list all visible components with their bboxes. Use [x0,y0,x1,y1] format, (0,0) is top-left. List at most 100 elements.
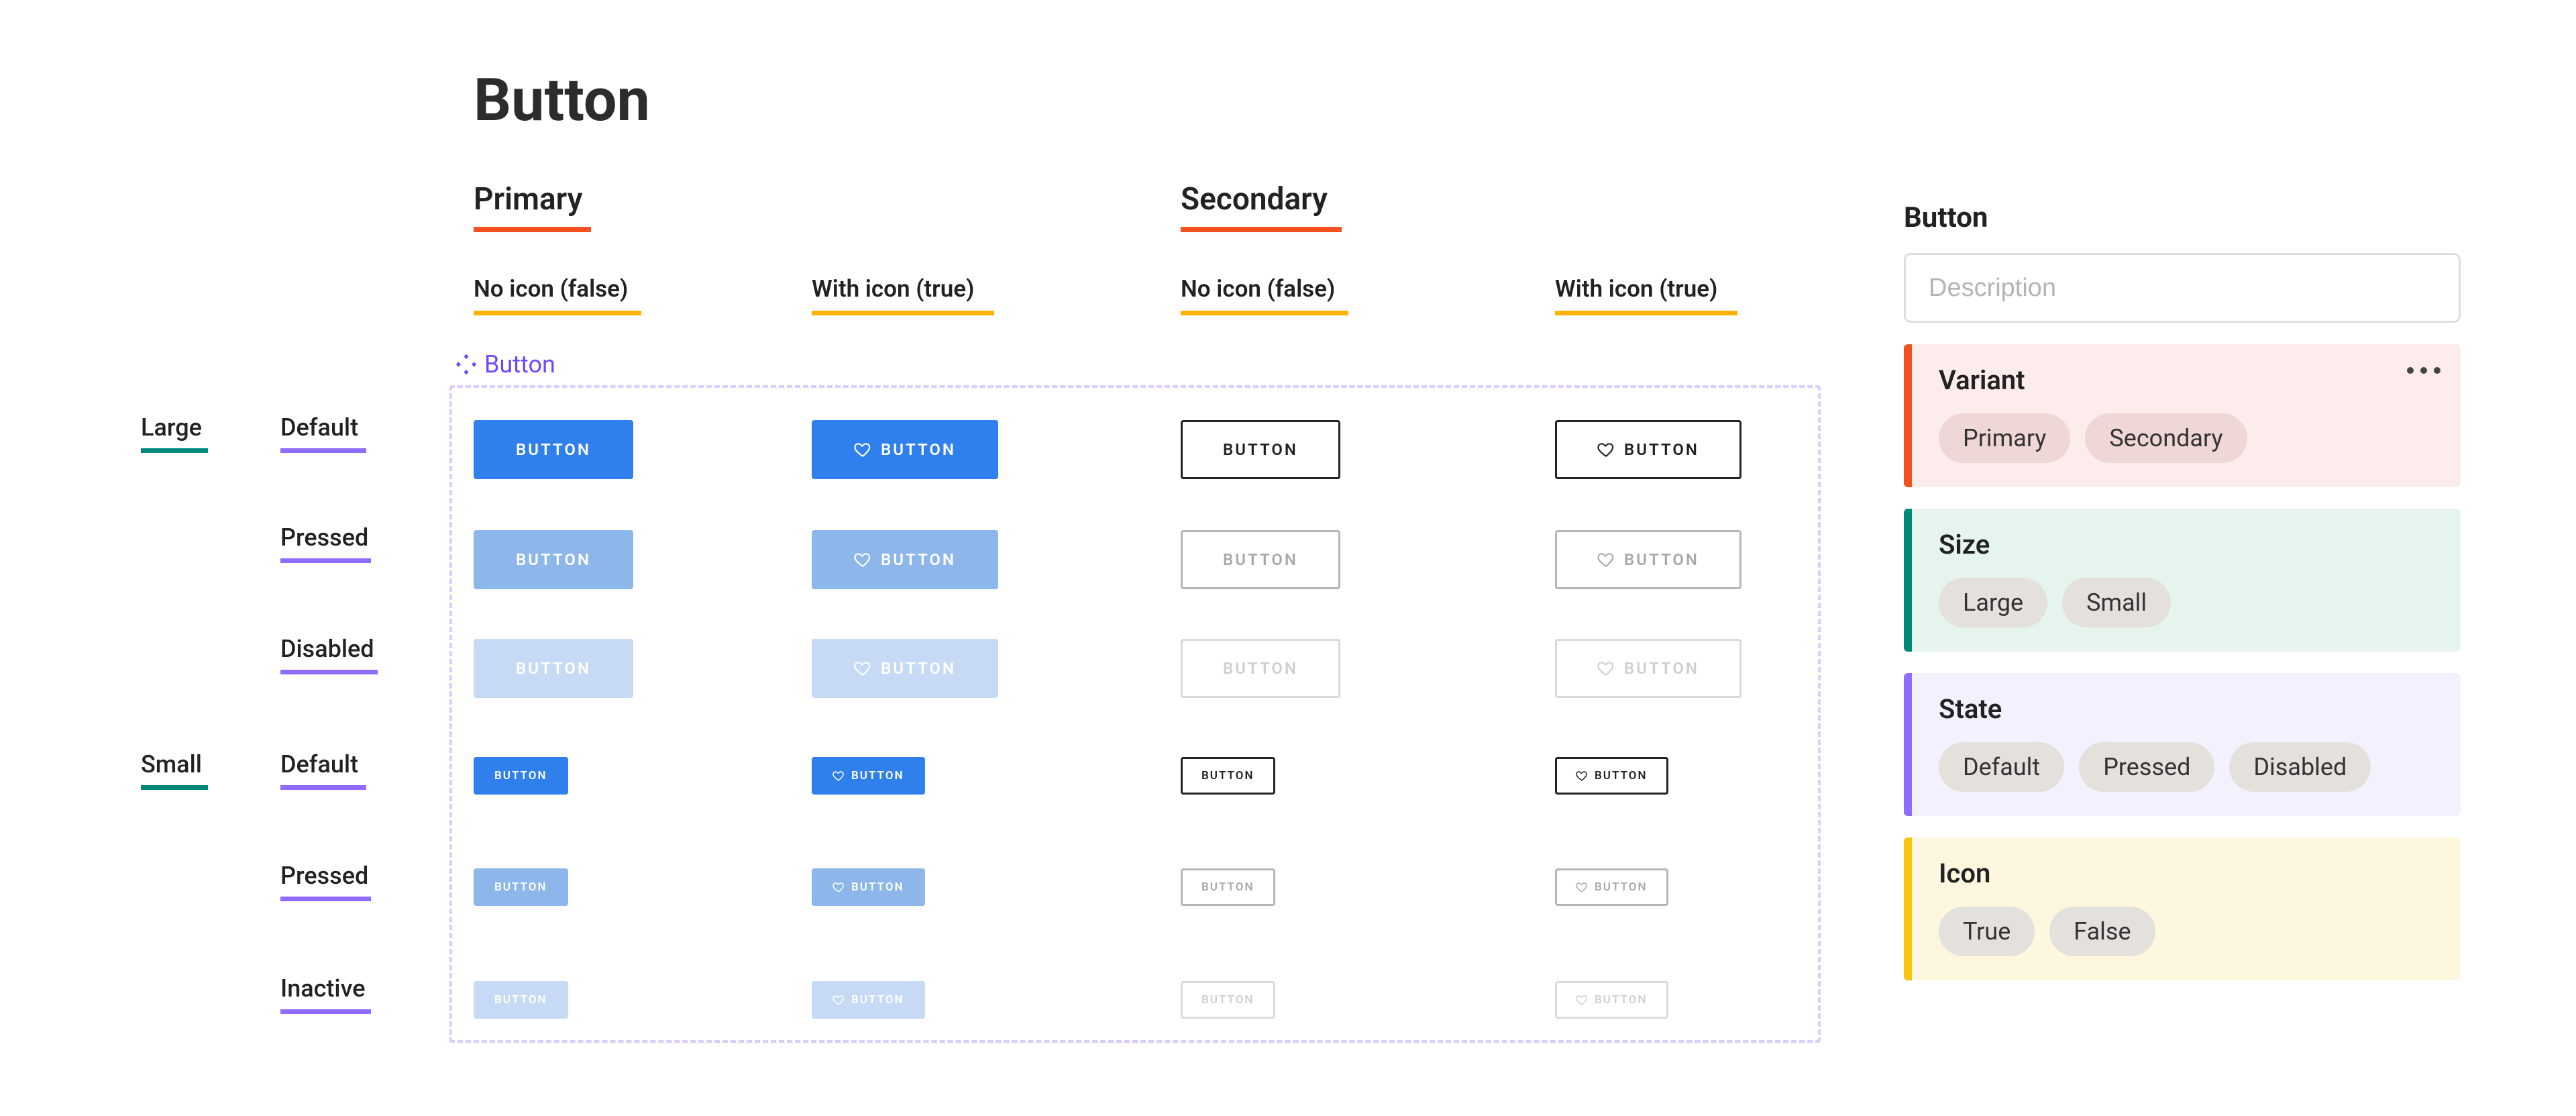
heart-icon [854,551,871,568]
btn-secondary-lg-default-icon[interactable]: BUTTON [1555,420,1741,479]
panel-title: Button [1904,201,2461,234]
btn-primary-sm-default[interactable]: BUTTON [474,757,568,795]
row-state-default-sm: Default [280,750,366,790]
underline [141,448,208,453]
panel-group-icon-title: Icon [1939,858,2438,889]
column-head-secondary: Secondary [1181,181,1342,232]
button-label: BUTTON [881,550,956,569]
button-label: BUTTON [516,659,591,678]
heart-icon [1576,994,1588,1006]
more-icon[interactable] [2407,367,2440,374]
underline [141,785,208,790]
row-size-small-label: Small [141,750,202,778]
chip-icon-false[interactable]: False [2049,907,2155,956]
underline [280,785,366,790]
btn-primary-sm-pressed[interactable]: BUTTON [474,868,568,906]
btn-primary-sm-inactive[interactable]: BUTTON [474,981,568,1019]
chip-state-disabled[interactable]: Disabled [2229,742,2371,792]
chip-size-small[interactable]: Small [2062,578,2171,627]
row-state-label: Pressed [280,523,368,552]
btn-primary-lg-disabled[interactable]: BUTTON [474,639,633,698]
underline [280,670,378,674]
button-label: BUTTON [851,880,904,894]
column-head-secondary-label: Secondary [1181,181,1328,217]
chip-variant-secondary[interactable]: Secondary [2085,413,2247,463]
btn-primary-lg-default[interactable]: BUTTON [474,420,633,479]
btn-secondary-sm-default[interactable]: BUTTON [1181,757,1275,795]
subhead-label: No icon (false) [1181,275,1335,303]
btn-secondary-sm-pressed-icon[interactable]: BUTTON [1555,868,1668,906]
heart-icon [833,994,845,1006]
underline [1555,311,1737,315]
btn-primary-sm-inactive-icon[interactable]: BUTTON [812,981,925,1019]
subhead-primary-withicon: With icon (true) [812,275,994,315]
panel-group-size-title: Size [1939,529,2438,560]
panel-group-variant-title: Variant [1939,364,2438,396]
row-state-label: Pressed [280,862,368,890]
subhead-label: With icon (true) [812,275,974,303]
btn-secondary-lg-default[interactable]: BUTTON [1181,420,1340,479]
btn-primary-sm-pressed-icon[interactable]: BUTTON [812,868,925,906]
description-input[interactable] [1904,253,2461,323]
btn-primary-lg-disabled-icon[interactable]: BUTTON [812,639,998,698]
heart-icon [833,881,845,893]
row-size-large-label: Large [141,413,202,442]
subhead-primary-noicon: No icon (false) [474,275,641,315]
chip-size-large[interactable]: Large [1939,578,2047,627]
subhead-label: With icon (true) [1555,275,1717,303]
selection-frame [449,385,1821,1043]
button-label: BUTTON [851,769,904,782]
row-state-inactive-sm: Inactive [280,974,371,1014]
btn-secondary-sm-inactive[interactable]: BUTTON [1181,981,1275,1019]
component-tag[interactable]: Button [455,350,555,378]
panel-group-state: State Default Pressed Disabled [1904,673,2461,816]
heart-icon [1576,881,1588,893]
component-icon [455,353,478,376]
heart-icon [1597,660,1615,677]
button-label: BUTTON [1595,993,1648,1007]
button-label: BUTTON [1201,769,1254,782]
underline [1181,311,1348,315]
row-state-default-lg: Default [280,413,366,453]
underline [280,448,366,453]
chip-state-pressed[interactable]: Pressed [2079,742,2214,792]
page-title: Button [474,66,650,135]
btn-secondary-lg-pressed[interactable]: BUTTON [1181,530,1340,589]
column-head-primary-label: Primary [474,181,582,217]
button-label: BUTTON [494,769,547,782]
panel-group-variant: Variant Primary Secondary [1904,344,2461,487]
btn-primary-sm-default-icon[interactable]: BUTTON [812,757,925,795]
btn-secondary-sm-inactive-icon[interactable]: BUTTON [1555,981,1668,1019]
button-label: BUTTON [1595,769,1648,782]
panel-group-icon: Icon True False [1904,838,2461,980]
chip-variant-primary[interactable]: Primary [1939,413,2070,463]
button-label: BUTTON [516,550,591,569]
underline [280,558,371,563]
button-label: BUTTON [494,880,547,894]
chip-state-default[interactable]: Default [1939,742,2064,792]
panel-group-state-title: State [1939,693,2438,725]
btn-secondary-lg-disabled-icon[interactable]: BUTTON [1555,639,1741,698]
chip-icon-true[interactable]: True [1939,907,2035,956]
subhead-secondary-withicon: With icon (true) [1555,275,1737,315]
heart-icon [833,770,845,782]
btn-secondary-sm-pressed[interactable]: BUTTON [1181,868,1275,906]
heart-icon [854,441,871,458]
btn-secondary-lg-pressed-icon[interactable]: BUTTON [1555,530,1741,589]
btn-secondary-sm-default-icon[interactable]: BUTTON [1555,757,1668,795]
panel-group-size: Size Large Small [1904,509,2461,652]
subhead-label: No icon (false) [474,275,628,303]
row-state-label: Inactive [280,974,366,1003]
button-label: BUTTON [1201,993,1254,1007]
btn-primary-lg-pressed-icon[interactable]: BUTTON [812,530,998,589]
button-label: BUTTON [1223,440,1298,459]
btn-primary-lg-pressed[interactable]: BUTTON [474,530,633,589]
btn-secondary-lg-disabled[interactable]: BUTTON [1181,639,1340,698]
btn-primary-lg-default-icon[interactable]: BUTTON [812,420,998,479]
row-size-large: Large [141,413,208,453]
row-state-label: Default [280,413,358,442]
row-size-small: Small [141,750,208,790]
subhead-secondary-noicon: No icon (false) [1181,275,1348,315]
column-head-primary: Primary [474,181,591,232]
underline [280,897,371,901]
